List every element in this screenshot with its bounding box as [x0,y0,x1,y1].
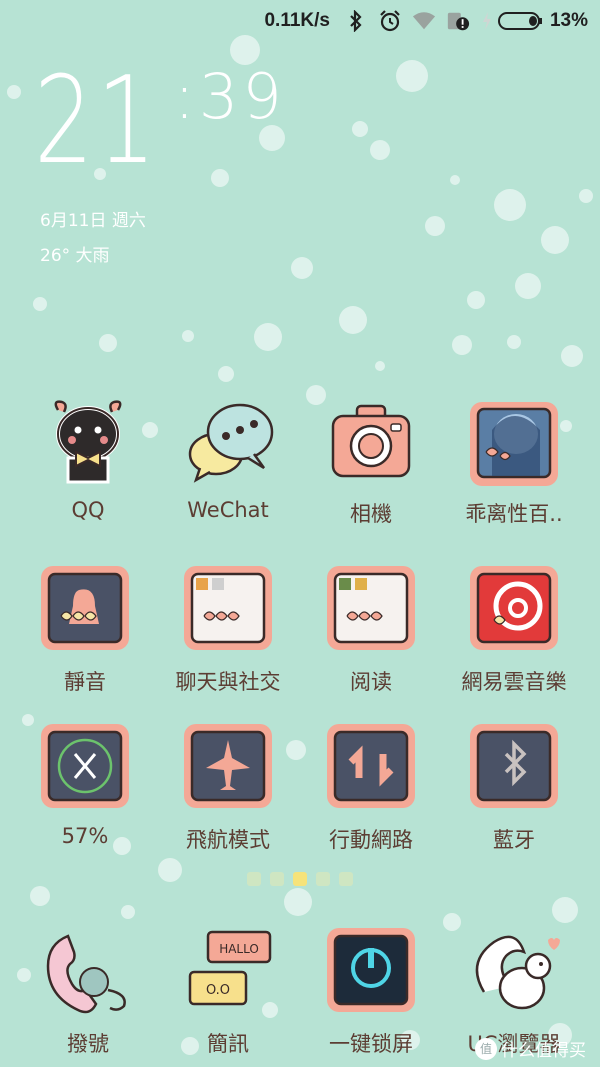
squirrel-icon [475,935,560,1010]
page-dot-active[interactable] [293,872,307,886]
message-bubble-icon: HALLO O.O [188,930,272,1006]
page-dot[interactable] [247,872,261,886]
bokeh-dot [452,335,472,355]
app-label: 簡訊 [207,1032,249,1056]
clock-widget[interactable]: 21 :39 [34,52,282,191]
app-camera[interactable]: 相機 [296,392,446,528]
bokeh-dot [450,175,460,185]
app-label: WeChat [187,498,269,522]
bokeh-dot [552,897,578,923]
app-label: QQ [71,498,105,522]
bokeh-dot [30,886,50,906]
app-netease-music[interactable]: 網易雲音樂 [439,560,589,696]
bokeh-dot [579,189,593,203]
bokeh-dot [541,226,569,254]
bokeh-dot [211,169,229,187]
svg-text:O.O: O.O [206,983,230,998]
weather-text[interactable]: 26° 大雨 [40,241,110,266]
battery-icon [497,9,544,33]
app-label: 網易雲音樂 [461,670,567,694]
dock-sms[interactable]: HALLO O.O 簡訊 [153,922,303,1058]
app-label: 飛航模式 [186,828,270,852]
qq-icon [54,400,122,484]
bokeh-dot [507,335,521,349]
bokeh-dot [254,323,282,351]
bokeh-dot [291,257,313,279]
app-cleaner[interactable]: 57% [10,718,160,848]
folder-icon [184,566,272,650]
bokeh-dot [284,888,312,916]
bokeh-dot [182,330,194,342]
clock-minutes: :39 [174,60,286,133]
bokeh-dot [396,60,428,92]
app-label: 聊天與社交 [175,670,281,694]
clock-hours: 21 [34,52,160,191]
date-text: 6月11日 週六 [40,211,146,231]
phone-icon [46,934,126,1014]
app-wechat[interactable]: WeChat [153,392,303,522]
app-label: 乖离性百.. [465,502,563,526]
folder-icon [327,566,415,650]
toggle-mobile-data[interactable]: 行動網路 [296,718,446,854]
bokeh-dot [218,366,234,382]
app-folder-social[interactable]: 聊天與社交 [153,560,303,696]
bluetooth-icon [470,724,558,808]
wifi-icon [412,9,436,33]
app-mute[interactable]: 靜音 [10,560,160,696]
battery-percentage: 13% [549,10,588,31]
bokeh-dot [467,291,485,309]
bokeh-dot [370,140,390,160]
page-dot[interactable] [339,872,353,886]
app-label: 一键锁屏 [329,1032,413,1056]
app-label: 藍牙 [493,828,535,852]
bokeh-dot [425,216,445,236]
mobile-data-icon [327,724,415,808]
bokeh-dot [121,905,135,919]
bokeh-dot [33,297,47,311]
camera-icon [331,404,411,478]
charging-icon [480,9,494,33]
bell-icon [41,566,129,650]
lock-power-icon [327,928,415,1012]
app-folder-reading[interactable]: 阅读 [296,560,446,696]
watermark-text: 什么值得买 [501,1041,586,1061]
app-label: 57% [61,824,109,848]
game-anime-icon [470,402,558,486]
dock-lockscreen[interactable]: 一键锁屏 [296,922,446,1058]
app-label: 靜音 [64,670,106,694]
music-icon [470,566,558,650]
bokeh-dot [7,85,21,99]
bokeh-dot [99,334,117,352]
wechat-icon [188,403,274,483]
sim-alert-icon [446,9,470,33]
bokeh-dot [515,273,541,299]
alarm-icon [378,9,402,33]
bokeh-dot [494,189,526,221]
app-label: 相機 [350,502,392,526]
airplane-icon [184,724,272,808]
bokeh-dot [339,306,367,334]
watermark: 值 什么值得买 [475,1036,586,1061]
bokeh-dot [375,361,385,371]
toggle-bluetooth[interactable]: 藍牙 [439,718,589,854]
app-label: 撥號 [67,1032,109,1056]
app-label: 行動網路 [329,828,413,852]
dock-dialer[interactable]: 撥號 [13,922,163,1058]
bluetooth-icon [344,9,368,33]
status-bar: 0.11K/s 13% [0,0,600,42]
app-game[interactable]: 乖离性百.. [439,392,589,528]
watermark-logo-icon: 值 [475,1037,497,1060]
page-dot[interactable] [316,872,330,886]
svg-text:HALLO: HALLO [219,942,259,956]
memory-cleaner-icon [41,724,129,808]
page-dot[interactable] [270,872,284,886]
bokeh-dot [561,345,583,367]
page-indicator[interactable] [0,872,600,886]
app-label: 阅读 [350,670,392,694]
toggle-airplane[interactable]: 飛航模式 [153,718,303,854]
bokeh-dot [352,121,368,137]
app-qq[interactable]: QQ [13,392,163,522]
network-speed: 0.11K/s [264,10,330,31]
